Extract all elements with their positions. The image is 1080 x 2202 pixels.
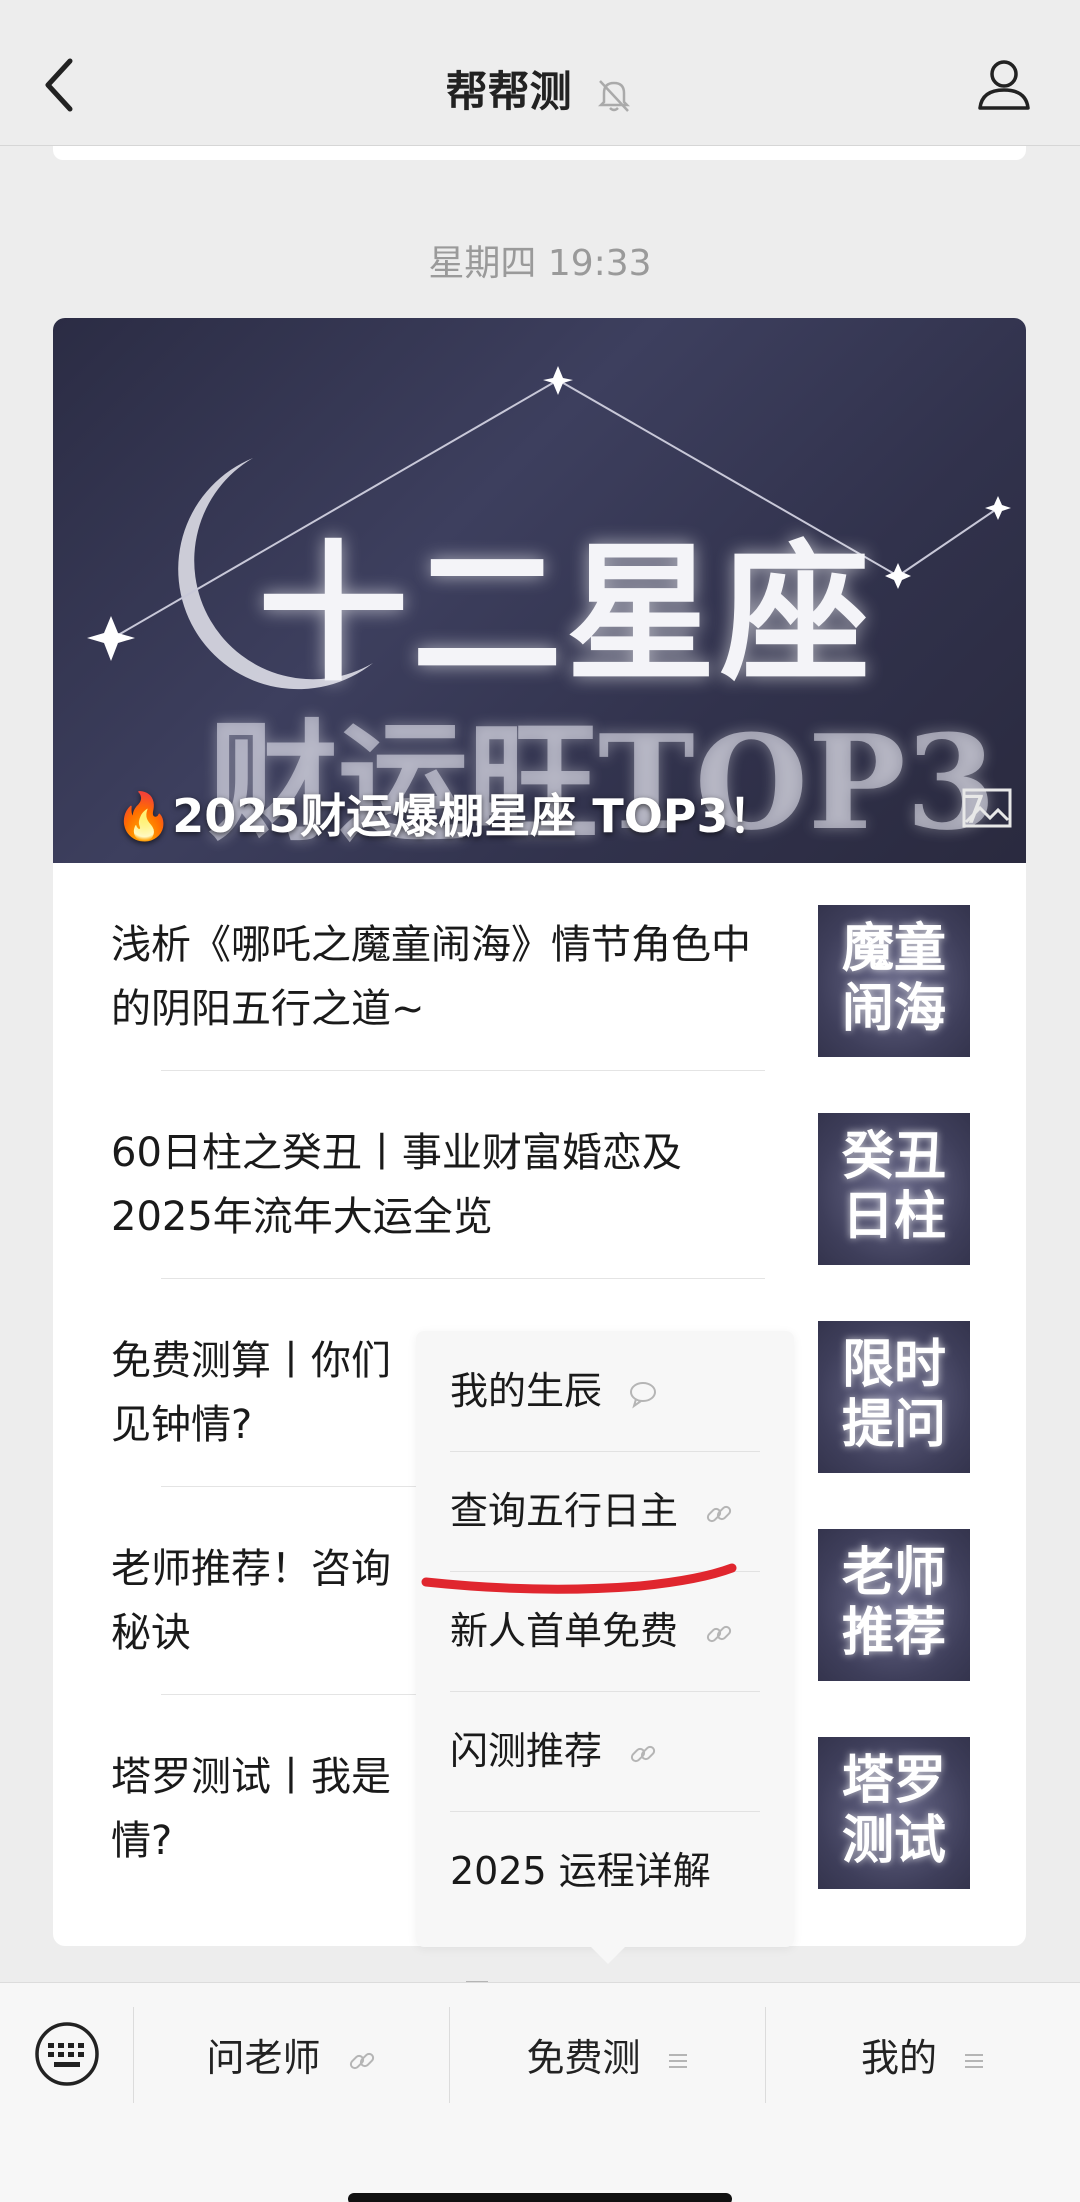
bottom-menu-bar: 问老师 免费测 我的: [0, 1982, 1080, 2202]
menu-item-label: 新人首单免费: [450, 1609, 679, 1653]
home-indicator[interactable]: [348, 2193, 732, 2202]
thumb-line1: 限时: [841, 1334, 946, 1395]
menu-item-quick-test[interactable]: 闪测推荐: [450, 1691, 760, 1811]
menu-item-my-birth[interactable]: 我的生辰: [450, 1331, 760, 1451]
tab-free-test[interactable]: 免费测: [450, 1983, 765, 2123]
menu-popup: 我的生辰 查询五行日主 新人首单免费 闪测推荐 2025 运程详解: [416, 1331, 794, 2007]
banner-caption: 🔥2025财运爆棚星座 TOP3！: [115, 789, 775, 843]
list-item[interactable]: 60日柱之癸丑丨事业财富婚恋及2025年流年大运全览 癸丑 日柱: [111, 1071, 971, 1279]
tab-ask-teacher[interactable]: 问老师: [134, 1983, 449, 2123]
menu-item-label: 查询五行日主: [450, 1489, 679, 1533]
tab-label: 免费测: [526, 2036, 641, 2080]
article-title: 60日柱之癸丑丨事业财富婚恋及2025年流年大运全览: [111, 1130, 682, 1240]
article-thumbnail: 魔童 闹海: [818, 905, 970, 1057]
chat-title-group: 帮帮测: [0, 58, 1080, 119]
chat-title: 帮帮测: [445, 67, 572, 116]
article-title: 浅析《哪吒之魔童闹海》情节角色中的阴阳五行之道~: [111, 922, 751, 1032]
link-icon: [349, 2052, 374, 2069]
muted-bell-icon: [598, 79, 631, 112]
article-thumbnail: 限时 提问: [818, 1321, 970, 1473]
thumb-line2: 测试: [841, 1810, 946, 1871]
menu-item-label: 我的生辰: [450, 1369, 603, 1413]
thumb-line2: 提问: [841, 1394, 946, 1455]
tab-label: 我的: [860, 2036, 937, 2080]
thumb-line2: 闹海: [841, 978, 946, 1039]
image-count: 7: [962, 788, 1012, 832]
article-thumbnail: 癸丑 日柱: [818, 1113, 970, 1265]
top-nav-bar: 帮帮测: [0, 0, 1080, 146]
chat-bubble-icon: [630, 1381, 657, 1408]
keyboard-icon[interactable]: [34, 2021, 100, 2087]
article-thumbnail: 塔罗 测试: [818, 1737, 970, 1889]
message-timestamp: 星期四 19:33: [428, 243, 652, 284]
list-item[interactable]: 浅析《哪吒之魔童闹海》情节角色中的阴阳五行之道~ 魔童 闹海: [111, 863, 971, 1071]
thumb-line2: 推荐: [841, 1602, 946, 1663]
menu-icon: [668, 2053, 687, 2068]
thumb-line1: 癸丑: [841, 1126, 946, 1187]
menu-item-2025-fortune[interactable]: 2025 运程详解: [450, 1811, 760, 2007]
image-icon: [962, 788, 1012, 828]
link-icon: [706, 1625, 732, 1642]
thumb-line1: 魔童: [841, 918, 946, 979]
thumb-line1: 老师: [841, 1542, 946, 1603]
tab-label: 问老师: [206, 2036, 321, 2080]
red-underline-annotation: [421, 1563, 737, 1594]
menu-item-label: 闪测推荐: [450, 1729, 603, 1773]
thumb-line1: 塔罗: [841, 1750, 946, 1811]
link-icon: [630, 1745, 656, 1762]
menu-icon: [965, 2053, 984, 2068]
article-banner[interactable]: 十二星座 财运旺TOP3 🔥2025财运爆棚星座 TOP3！ 7: [53, 318, 1026, 863]
previous-message-card: [53, 146, 1026, 160]
tab-mine[interactable]: 我的: [766, 1983, 1080, 2123]
popup-pointer: [591, 1930, 625, 1964]
link-icon: [706, 1505, 732, 1522]
thumb-line2: 日柱: [841, 1186, 946, 1247]
profile-icon[interactable]: [976, 56, 1032, 112]
menu-item-label: 2025 运程详解: [450, 1849, 711, 1893]
article-thumbnail: 老师 推荐: [818, 1529, 970, 1681]
